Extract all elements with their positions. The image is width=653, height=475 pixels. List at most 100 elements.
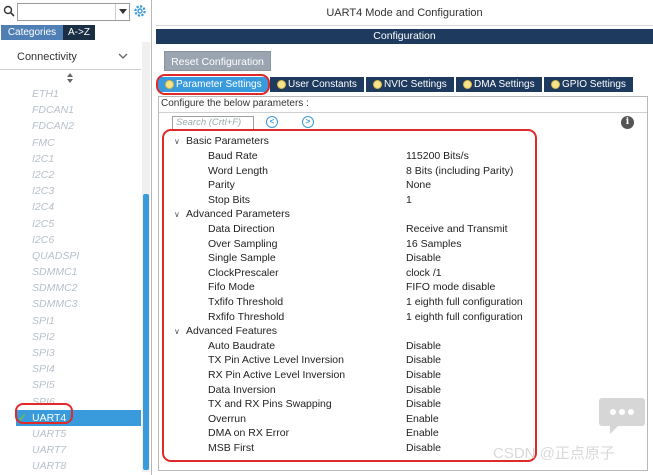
param-value[interactable]: 115200 Bits/s [406, 149, 469, 163]
list-item[interactable]: FDCAN2 [0, 118, 141, 134]
watermark-text: CSDN @正点原子 [493, 445, 615, 462]
param-value[interactable]: 1 eighth full configuration [406, 295, 523, 309]
param-name: Data Direction [208, 223, 275, 235]
connectivity-section-header[interactable]: Connectivity [0, 42, 141, 70]
chevron-down-icon: ∨ [174, 327, 180, 337]
next-match-button[interactable]: > [302, 116, 314, 128]
param-name: TX Pin Active Level Inversion [208, 354, 344, 367]
param-name: Fifo Mode [208, 281, 255, 294]
param-value[interactable]: Disable [406, 353, 441, 367]
list-item[interactable]: I2C4 [0, 199, 141, 215]
param-value[interactable]: 1 eighth full configuration [406, 310, 523, 324]
chevron-down-icon [119, 9, 127, 14]
list-item[interactable]: SPI5 [0, 377, 141, 393]
list-item[interactable]: QUADSPI [0, 248, 141, 264]
hint-text: Configure the below parameters : [161, 98, 309, 109]
tab-nvic-settings[interactable]: NVIC Settings [366, 77, 454, 92]
status-dot-icon [277, 80, 286, 89]
param-name: ClockPrescaler [208, 266, 279, 279]
info-icon[interactable]: i [621, 116, 634, 129]
param-value[interactable]: Disable [406, 251, 441, 265]
chevron-down-icon [118, 53, 128, 59]
list-item[interactable]: I2C1 [0, 151, 141, 167]
list-item[interactable]: UART7 [0, 442, 141, 458]
list-item[interactable]: FMC [0, 135, 141, 151]
param-value[interactable]: Disable [406, 368, 441, 382]
status-dot-icon [463, 80, 472, 89]
configuration-panel: UART4 Mode and Configuration Configurati… [156, 0, 653, 475]
param-name: Data Inversion [208, 383, 276, 396]
search-dropdown-button[interactable] [115, 4, 129, 20]
group-basic-parameters[interactable]: ∨ Basic Parameters [174, 134, 269, 148]
list-item[interactable]: I2C5 [0, 216, 141, 232]
param-name: Overrun [208, 412, 246, 425]
tab-gpio-settings[interactable]: GPIO Settings [544, 77, 633, 92]
param-name: Word Length [208, 164, 268, 177]
param-value[interactable]: 1 [406, 193, 412, 207]
param-name: Baud Rate [208, 150, 258, 162]
param-value[interactable]: 16 Samples [406, 237, 461, 251]
parameter-search-input[interactable]: Search (Crtl+F) [172, 116, 254, 130]
param-value[interactable]: Disable [406, 339, 441, 353]
parameter-settings-pane: Configure the below parameters : Search … [158, 96, 648, 471]
list-item[interactable]: I2C6 [0, 232, 141, 248]
param-name: Txfifo Threshold [208, 296, 284, 308]
param-value[interactable]: None [406, 178, 431, 192]
list-item[interactable]: SPI3 [0, 345, 141, 361]
list-item[interactable]: ETH1 [0, 86, 141, 102]
gear-icon[interactable] [133, 4, 147, 18]
category-tabs: Categories A->Z [1, 25, 151, 40]
param-value[interactable]: Disable [406, 441, 441, 455]
param-value[interactable]: clock /1 [406, 266, 442, 280]
reset-configuration-button[interactable]: Reset Configuration [164, 51, 271, 71]
search-input[interactable] [17, 3, 130, 21]
param-name: Rxfifo Threshold [208, 310, 285, 323]
tab-user-constants[interactable]: User Constants [270, 77, 364, 92]
param-name: Stop Bits [208, 193, 251, 206]
param-value[interactable]: Receive and Transmit [406, 222, 508, 236]
param-name: DMA on RX Error [208, 427, 290, 440]
group-advanced-parameters[interactable]: ∨ Advanced Parameters [174, 207, 290, 221]
peripheral-panel: Categories A->Z Connectivity ETH1 FDCAN1… [0, 0, 152, 475]
list-item[interactable]: SPI1 [0, 313, 141, 329]
param-value[interactable]: Enable [406, 426, 439, 440]
param-name: TX and RX Pins Swapping [208, 398, 332, 411]
highlight-outline [156, 74, 270, 95]
list-item[interactable]: I2C3 [0, 183, 141, 199]
status-dot-icon [551, 80, 560, 89]
param-value[interactable]: Disable [406, 397, 441, 411]
previous-match-button[interactable]: < [266, 116, 278, 128]
param-value[interactable]: Enable [406, 412, 439, 426]
status-dot-icon [373, 80, 382, 89]
chevron-down-icon: ∨ [174, 137, 180, 146]
param-name: MSB First [208, 442, 255, 454]
sort-icon[interactable] [65, 72, 75, 84]
param-name: Over Sampling [208, 237, 278, 250]
group-advanced-features[interactable]: ∨ Advanced Features [174, 324, 277, 338]
list-item[interactable]: SDMMC2 [0, 280, 141, 296]
list-item[interactable]: SPI4 [0, 361, 141, 377]
list-item[interactable]: I2C2 [0, 167, 141, 183]
param-value[interactable]: 8 Bits (including Parity) [406, 164, 513, 178]
scrollbar-thumb[interactable] [143, 194, 149, 470]
parameter-tree: ∨ Basic Parameters Baud Rate 115200 Bits/… [162, 129, 537, 462]
chevron-down-icon: ∨ [174, 210, 180, 220]
tab-a-to-z[interactable]: A->Z [63, 25, 95, 40]
search-icon [3, 5, 15, 17]
param-name: RX Pin Active Level Inversion [208, 369, 346, 381]
tab-categories[interactable]: Categories [1, 25, 63, 40]
chevron-left-icon: < [269, 117, 275, 126]
param-name: Single Sample [208, 252, 276, 265]
list-item[interactable]: UART5 [0, 426, 141, 442]
list-item[interactable]: SDMMC1 [0, 264, 141, 280]
param-value[interactable]: FIFO mode disable [406, 280, 495, 294]
list-item[interactable]: SDMMC3 [0, 296, 141, 312]
tab-dma-settings[interactable]: DMA Settings [456, 77, 542, 92]
list-item[interactable]: FDCAN1 [0, 102, 141, 118]
list-item[interactable]: SPI2 [0, 329, 141, 345]
list-item[interactable]: UART8 [0, 458, 141, 474]
scrollbar[interactable] [142, 42, 150, 472]
chat-bubble-icon [599, 398, 645, 434]
param-value[interactable]: Disable [406, 383, 441, 397]
mode-title: UART4 Mode and Configuration [156, 0, 653, 26]
